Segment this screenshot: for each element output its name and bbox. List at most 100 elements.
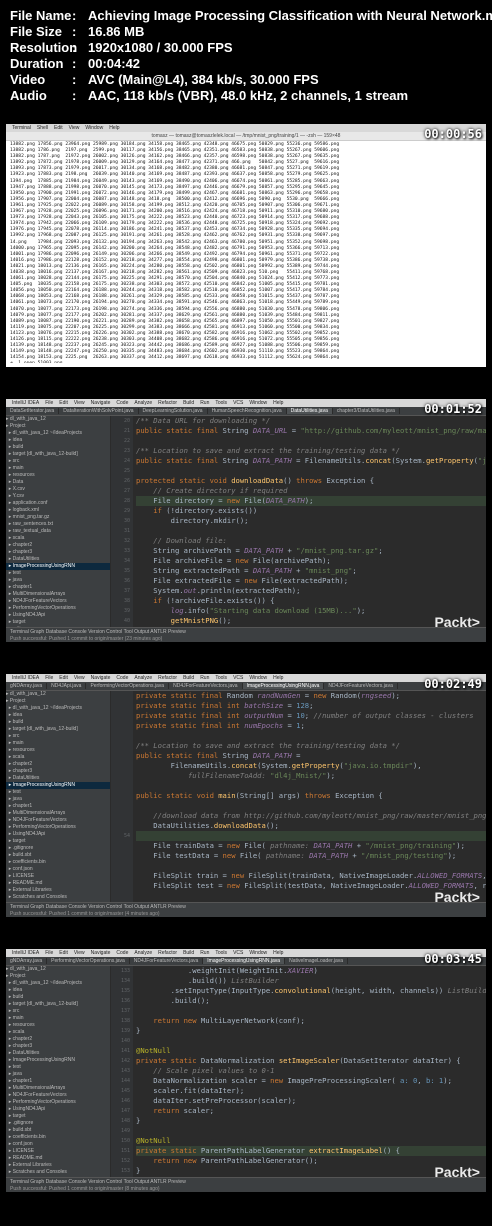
project-tree-item[interactable]: ▸ PerformingVectorOperations <box>6 1099 110 1106</box>
project-tree-item[interactable]: ▸ conf.json <box>6 1141 110 1148</box>
project-tree-item[interactable]: ▸ test <box>6 1064 110 1071</box>
editor-tab[interactable]: DeepLearningSolution.java <box>138 408 208 414</box>
menu-tools[interactable]: Tools <box>215 675 227 681</box>
project-tree-item[interactable]: ▸ LICENSE <box>6 1148 110 1155</box>
menu-tools[interactable]: Tools <box>215 950 227 956</box>
menu-vcs[interactable]: VCS <box>233 675 243 681</box>
tool-window-tabs[interactable]: Terminal Graph Database Console Version … <box>10 629 186 635</box>
menu-window[interactable]: Window <box>249 675 267 681</box>
menu-run[interactable]: Run <box>200 675 209 681</box>
project-tree-item[interactable]: ▸ main <box>6 740 110 747</box>
project-tree-item[interactable]: ▸ dl_with_java_12 <box>6 416 110 423</box>
project-tree-item[interactable]: ▸ UsingND4JApi <box>6 1106 110 1113</box>
project-tree-item[interactable]: ▸ DataUtilities <box>6 1050 110 1057</box>
project-tree-item[interactable]: ▸ UsingND4JApi <box>6 612 110 619</box>
menu-window[interactable]: Window <box>85 125 103 131</box>
terminal-window[interactable]: tomasz — tomasz@tomaszlelek.local — /tmp… <box>6 132 486 367</box>
project-tree-item[interactable]: ▸ raw_textual_data <box>6 528 110 535</box>
project-tree-item[interactable]: ▸ target [dl_with_java_12-build] <box>6 726 110 733</box>
project-tree-item[interactable]: ▸ chapter1 <box>6 803 110 810</box>
project-tree-item[interactable]: ▸ chapter2 <box>6 761 110 768</box>
project-tree-item[interactable]: ▸ Project <box>6 698 110 705</box>
menu-code[interactable]: Code <box>116 400 128 406</box>
project-tree-item[interactable]: ▸ ImageProcessingUsingRNN <box>6 782 110 789</box>
project-tree-item[interactable]: ▸ dl_with_java_12 ~/IdeaProjects <box>6 705 110 712</box>
menu-analyze[interactable]: Analyze <box>134 400 152 406</box>
project-tree-item[interactable]: ▸ chapter3 <box>6 1043 110 1050</box>
menu-terminal[interactable]: Terminal <box>12 125 31 131</box>
project-tree-item[interactable]: ▸ build.sbt <box>6 852 110 859</box>
menu-analyze[interactable]: Analyze <box>134 675 152 681</box>
editor-tab[interactable]: DataSetIterator.java <box>6 408 60 414</box>
editor-tab[interactable]: ND4JForFeatureVectors.java <box>169 683 243 689</box>
menu-vcs[interactable]: VCS <box>233 950 243 956</box>
project-tree-item[interactable]: ▸ PerformingVectorOperations <box>6 824 110 831</box>
project-tree-item[interactable]: ▸ src <box>6 733 110 740</box>
project-tree-item[interactable]: ▸ coefficients.bin <box>6 859 110 866</box>
editor-tab[interactable]: gNDArray.java <box>6 958 48 964</box>
project-tree-item[interactable]: ▸ chapter1 <box>6 584 110 591</box>
project-tree-item[interactable]: ▸ chapter2 <box>6 542 110 549</box>
menu-window[interactable]: Window <box>249 950 267 956</box>
project-tree-item[interactable]: ▸ src <box>6 1008 110 1015</box>
menu-view[interactable]: View <box>74 950 85 956</box>
project-tree-item[interactable]: ▸ build <box>6 444 110 451</box>
project-tree-item[interactable]: ▸ dl_with_java_12 <box>6 691 110 698</box>
project-tree-item[interactable]: ▸ main <box>6 1015 110 1022</box>
project-tree-item[interactable]: ▸ chapter2 <box>6 1036 110 1043</box>
menu-refactor[interactable]: Refactor <box>158 950 177 956</box>
project-tree-item[interactable]: ▸ build <box>6 719 110 726</box>
code-editor[interactable]: /** Data URL for downloading */public st… <box>136 416 486 628</box>
project-tree-item[interactable]: ▸ scala <box>6 1029 110 1036</box>
project-tree-item[interactable]: ▸ Project <box>6 423 110 430</box>
project-tree-item[interactable]: ▸ dl_with_java_12 <box>6 966 110 973</box>
project-tree-item[interactable]: ▸ Scratches and Consoles <box>6 1169 110 1176</box>
project-tree-item[interactable]: ▸ PerformingVectorOperations <box>6 605 110 612</box>
project-tree-item[interactable]: ▸ ImageProcessingUsingRNN <box>6 563 110 570</box>
project-tree-item[interactable]: ▸ target [dl_with_java_12-build] <box>6 1001 110 1008</box>
menu-build[interactable]: Build <box>183 950 194 956</box>
project-tree-item[interactable]: ▸ resources <box>6 472 110 479</box>
menu-help[interactable]: Help <box>273 950 283 956</box>
editor-tab[interactable]: gNDArray.java <box>6 683 48 689</box>
project-tree-item[interactable]: ▸ README.md <box>6 1155 110 1162</box>
menu-vcs[interactable]: VCS <box>233 400 243 406</box>
project-tree-item[interactable]: ▸ target <box>6 619 110 626</box>
project-tree-item[interactable]: ▸ README.md <box>6 880 110 887</box>
project-tree-item[interactable]: ▸ test <box>6 570 110 577</box>
project-tree-item[interactable]: ▸ conf.json <box>6 866 110 873</box>
project-tree-item[interactable]: ▸ main <box>6 465 110 472</box>
menu-code[interactable]: Code <box>116 950 128 956</box>
project-tree-item[interactable]: ▸ idea <box>6 987 110 994</box>
project-tree-item[interactable]: ▸ build <box>6 994 110 1001</box>
menu-tools[interactable]: Tools <box>215 400 227 406</box>
project-tree-item[interactable]: ▸ src <box>6 458 110 465</box>
editor-tab[interactable]: chapter3/DataUtilities.java <box>332 408 400 414</box>
menu-build[interactable]: Build <box>183 400 194 406</box>
code-editor[interactable]: .weightInit(WeightInit.XAVIER) .build())… <box>136 966 486 1178</box>
menu-help[interactable]: Help <box>109 125 119 131</box>
project-tree-item[interactable]: ▸ resources <box>6 747 110 754</box>
project-tree-item[interactable]: ▸ application.conf <box>6 500 110 507</box>
editor-tab[interactable]: HumanSpeechRecognition.java <box>207 408 287 414</box>
menu-intellij[interactable]: IntelliJ IDEA <box>12 675 39 681</box>
project-tree-item[interactable]: ▸ External Libraries <box>6 887 110 894</box>
menu-file[interactable]: File <box>45 675 53 681</box>
menu-help[interactable]: Help <box>273 675 283 681</box>
editor-tab[interactable]: DataIterationWithSolvPoint.java <box>59 408 139 414</box>
menu-intellij[interactable]: IntelliJ IDEA <box>12 400 39 406</box>
editor-tab[interactable]: ND4JApi.java <box>47 683 87 689</box>
project-tree-item[interactable]: ▸ test <box>6 789 110 796</box>
tool-window-tabs[interactable]: Terminal Graph Database Console Version … <box>10 904 186 910</box>
project-tree-item[interactable]: ▸ resources <box>6 1022 110 1029</box>
project-tree-item[interactable]: ▸ coefficients.bin <box>6 1134 110 1141</box>
menu-run[interactable]: Run <box>200 950 209 956</box>
project-tree-item[interactable]: ▸ java <box>6 577 110 584</box>
menu-view[interactable]: View <box>74 400 85 406</box>
menu-help[interactable]: Help <box>273 400 283 406</box>
project-tree-item[interactable]: ▸ target <box>6 838 110 845</box>
project-tree-item[interactable]: ▸ dl_with_java_12 ~/IdeaProjects <box>6 980 110 987</box>
menu-navigate[interactable]: Navigate <box>91 675 111 681</box>
project-tree-item[interactable]: ▸ Y.csv <box>6 493 110 500</box>
menu-file[interactable]: File <box>45 400 53 406</box>
